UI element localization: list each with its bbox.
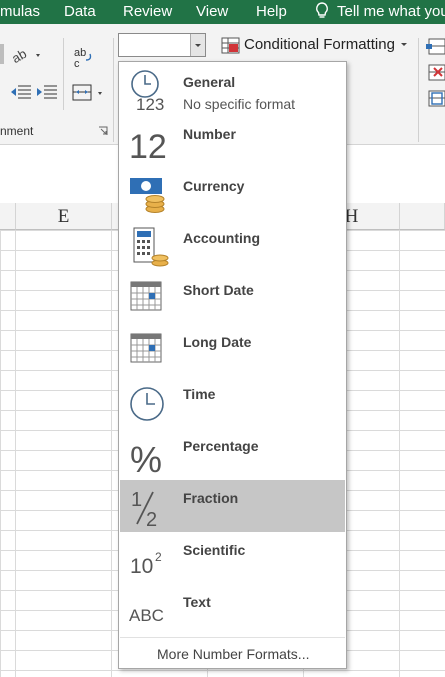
alignment-group-label: nment <box>0 124 34 138</box>
svg-text:c: c <box>74 58 80 70</box>
percent-icon: % <box>130 439 162 476</box>
menu-item-percentage[interactable]: % Percentage <box>120 428 345 480</box>
tab-formulas[interactable]: mulas <box>0 3 40 20</box>
menu-item-number[interactable]: 12 Number <box>120 116 345 168</box>
menu-item-long-date[interactable]: Long Date <box>120 324 345 376</box>
accounting-icon <box>133 227 169 267</box>
svg-text:10: 10 <box>130 555 153 578</box>
insert-cells-icon[interactable] <box>426 38 445 56</box>
conditional-formatting-label: Conditional Formatting <box>244 36 395 53</box>
menu-item-label: Short Date <box>183 282 254 298</box>
ribbon-separator <box>63 38 64 110</box>
menu-item-label: Text <box>183 594 211 610</box>
more-number-formats-link[interactable]: More Number Formats... <box>157 646 309 662</box>
svg-text:2: 2 <box>146 509 157 528</box>
svg-text:%: % <box>130 439 162 476</box>
conditional-formatting-icon[interactable] <box>221 37 241 55</box>
dialog-launcher-icon[interactable] <box>98 126 108 136</box>
chevron-down-icon <box>195 44 201 47</box>
svg-text:12: 12 <box>129 128 167 164</box>
tell-me-search[interactable]: Tell me what you <box>337 3 445 20</box>
svg-text:123: 123 <box>136 95 164 112</box>
menu-item-label: Time <box>183 386 216 402</box>
svg-text:ABC: ABC <box>129 606 164 625</box>
ribbon-tab-bar: mulas Data Review View Help Tell me what… <box>0 0 445 24</box>
menu-item-label: Accounting <box>183 230 260 246</box>
orientation-icon[interactable]: ab <box>10 46 44 64</box>
clock-icon <box>130 387 164 421</box>
ribbon-separator <box>113 38 114 142</box>
conditional-formatting-button[interactable]: Conditional Formatting <box>244 36 409 53</box>
menu-item-label: Fraction <box>183 490 239 506</box>
number-12-icon: 12 <box>129 128 167 164</box>
ribbon-separator <box>418 38 419 142</box>
column-header-e[interactable]: E <box>16 203 112 230</box>
ribbon-button-edge[interactable] <box>0 44 4 64</box>
menu-item-label: Currency <box>183 178 245 194</box>
delete-cells-icon[interactable] <box>426 64 445 82</box>
increase-indent-icon[interactable] <box>36 84 58 102</box>
svg-text:2: 2 <box>155 550 162 564</box>
number-format-menu: 123 General No specific format 12 Number… <box>118 61 347 669</box>
menu-item-label: Long Date <box>183 334 252 350</box>
menu-item-scientific[interactable]: 10 2 Scientific <box>120 532 345 584</box>
decrease-indent-icon[interactable] <box>10 84 32 102</box>
gridline <box>111 230 112 677</box>
menu-item-label: Scientific <box>183 542 246 558</box>
menu-item-label: General <box>183 74 236 90</box>
calendar-icon <box>130 333 162 363</box>
number-format-dropdown-button[interactable] <box>190 34 205 56</box>
svg-text:1: 1 <box>131 489 142 511</box>
menu-divider <box>120 637 345 638</box>
format-cells-icon[interactable] <box>426 90 445 108</box>
tab-help[interactable]: Help <box>256 3 287 20</box>
gridline <box>399 230 400 677</box>
column-header-d[interactable] <box>0 203 16 230</box>
tab-view[interactable]: View <box>196 3 228 20</box>
clock-123-icon: 123 <box>131 70 164 112</box>
text-abc-icon: ABC <box>129 606 164 625</box>
menu-item-label: Number <box>183 126 236 142</box>
svg-text:ab: ab <box>10 46 29 64</box>
column-header-label: E <box>57 206 70 227</box>
menu-item-time[interactable]: Time <box>120 376 345 428</box>
menu-item-fraction[interactable]: 1 2 Fraction <box>120 480 345 532</box>
fraction-icon: 1 2 <box>131 489 157 528</box>
menu-item-text[interactable]: ABC Text <box>120 584 345 636</box>
gridline <box>15 230 16 677</box>
tab-review[interactable]: Review <box>123 3 172 20</box>
chevron-down-icon <box>401 43 408 46</box>
menu-item-description: No specific format <box>183 96 296 112</box>
menu-item-currency[interactable]: Currency <box>120 168 345 220</box>
wrap-text-icon[interactable]: ab c <box>72 46 94 70</box>
tab-data[interactable]: Data <box>64 3 96 20</box>
menu-item-general[interactable]: 123 General No specific format <box>120 64 345 116</box>
calendar-icon <box>130 281 162 311</box>
lightbulb-icon <box>316 2 328 18</box>
currency-icon <box>130 178 165 213</box>
scientific-icon: 10 2 <box>130 550 162 578</box>
menu-item-accounting[interactable]: Accounting <box>120 220 345 272</box>
merge-center-icon[interactable] <box>72 84 106 102</box>
number-format-select[interactable] <box>118 33 206 57</box>
column-header-i[interactable] <box>400 203 445 230</box>
menu-item-label: Percentage <box>183 438 259 454</box>
menu-item-short-date[interactable]: Short Date <box>120 272 345 324</box>
